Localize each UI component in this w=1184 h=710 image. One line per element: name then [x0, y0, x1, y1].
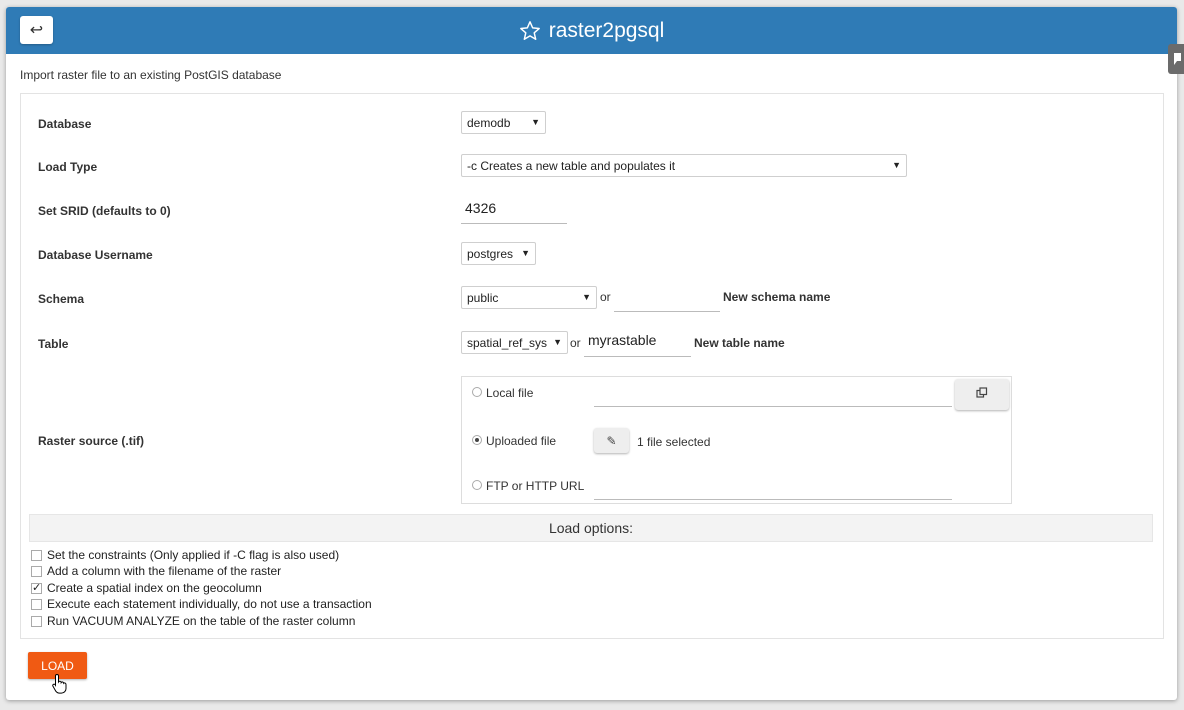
dropdown-arrow-icon: ▼: [553, 337, 562, 347]
option-vacuum-analyze[interactable]: Run VACUUM ANALYZE on the table of the r…: [31, 614, 355, 628]
option-no-transaction[interactable]: Execute each statement individually, do …: [31, 597, 372, 611]
url-input[interactable]: [594, 480, 952, 500]
attach-file-button[interactable]: ✎: [594, 428, 629, 453]
checkbox[interactable]: [31, 615, 42, 627]
load-type-label: Load Type: [38, 160, 98, 174]
table-or-text: or: [570, 336, 581, 350]
srid-label: Set SRID (defaults to 0): [38, 204, 171, 218]
checkbox[interactable]: [31, 565, 42, 577]
database-select[interactable]: demodb ▼: [461, 111, 546, 134]
option-spatial-index[interactable]: Create a spatial index on the geocolumn: [31, 581, 262, 595]
new-schema-label: New schema name: [723, 290, 831, 304]
star-icon[interactable]: [519, 20, 541, 42]
raster-source-label: Raster source (.tif): [38, 434, 145, 448]
dropdown-arrow-icon: ▼: [531, 117, 540, 127]
local-file-radio[interactable]: [472, 387, 482, 397]
table-label: Table: [38, 337, 69, 351]
table-select[interactable]: spatial_ref_sys ▼: [461, 331, 568, 354]
database-value: demodb: [467, 115, 511, 130]
option-constraints[interactable]: Set the constraints (Only applied if -C …: [31, 548, 339, 562]
checkbox[interactable]: [31, 581, 42, 594]
local-file-label: Local file: [486, 386, 534, 400]
uploaded-file-status: 1 file selected: [637, 435, 711, 449]
dropdown-arrow-icon: ▼: [892, 160, 901, 170]
dropdown-arrow-icon: ▼: [521, 248, 530, 258]
load-type-select[interactable]: -c Creates a new table and populates it …: [461, 154, 907, 177]
paperclip-icon: ✎: [606, 433, 617, 448]
uploaded-file-radio[interactable]: [472, 435, 482, 445]
username-label: Database Username: [38, 248, 153, 262]
page-title: raster2pgsql: [548, 18, 665, 42]
new-table-label: New table name: [694, 336, 785, 350]
url-label: FTP or HTTP URL: [486, 479, 585, 493]
load-options-title: Load options:: [548, 520, 634, 536]
schema-select[interactable]: public ▼: [461, 286, 597, 309]
username-select[interactable]: postgres ▼: [461, 242, 536, 265]
new-schema-input[interactable]: [614, 288, 720, 312]
copy-icon: [976, 386, 988, 404]
checkbox[interactable]: [31, 598, 42, 610]
srid-input[interactable]: 4326: [461, 200, 567, 224]
username-value: postgres: [467, 246, 514, 261]
browse-local-button[interactable]: [955, 379, 1009, 410]
database-label: Database: [38, 117, 92, 131]
schema-value: public: [467, 290, 499, 305]
option-label: Execute each statement individually, do …: [47, 597, 372, 611]
option-label: Create a spatial index on the geocolumn: [47, 581, 262, 595]
option-label: Run VACUUM ANALYZE on the table of the r…: [47, 614, 356, 628]
side-panel-tab[interactable]: [1168, 44, 1184, 74]
new-table-input[interactable]: myrastable: [584, 332, 691, 357]
title-area: raster2pgsql: [6, 7, 1177, 54]
load-type-value: -c Creates a new table and populates it: [467, 158, 676, 173]
local-file-input[interactable]: [594, 387, 952, 407]
side-tab-icon: [1174, 53, 1181, 65]
dialog-window: ↩ raster2pgsql Import raster file to an …: [6, 7, 1177, 700]
load-options-header: Load options:: [29, 514, 1153, 542]
dropdown-arrow-icon: ▼: [582, 292, 591, 302]
table-value: spatial_ref_sys: [467, 335, 548, 350]
url-radio[interactable]: [472, 480, 482, 490]
hand-cursor-icon: [52, 673, 68, 700]
option-label: Add a column with the filename of the ra…: [47, 564, 282, 578]
intro-text: Import raster file to an existing PostGI…: [20, 68, 282, 82]
header-bar: ↩ raster2pgsql: [6, 7, 1177, 54]
checkbox[interactable]: [31, 549, 42, 561]
schema-label: Schema: [38, 292, 85, 306]
uploaded-file-label: Uploaded file: [486, 434, 557, 448]
option-label: Set the constraints (Only applied if -C …: [47, 548, 340, 562]
option-filename-column[interactable]: Add a column with the filename of the ra…: [31, 564, 281, 578]
schema-or-text: or: [600, 290, 611, 304]
